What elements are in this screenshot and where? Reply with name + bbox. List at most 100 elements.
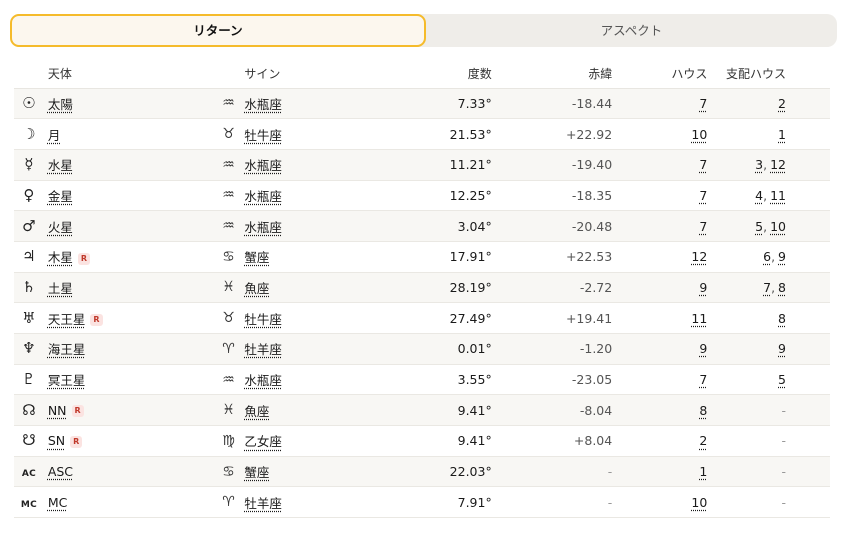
sign-link[interactable]: 牡牛座 [244, 128, 282, 143]
house-link[interactable]: 7 [699, 219, 707, 234]
ruled-house-link[interactable]: 9 [778, 249, 786, 264]
sign-link[interactable]: 水瓶座 [244, 158, 282, 173]
neptune-icon: ♆ [22, 339, 36, 358]
body-name-link[interactable]: ASC [48, 464, 73, 479]
body-name-link[interactable]: 冥王星 [48, 373, 86, 388]
ruled-house-link[interactable]: 1 [778, 127, 786, 142]
house-link[interactable]: 1 [699, 464, 707, 479]
house-link[interactable]: 10 [691, 495, 707, 510]
sign-icon-cell: ♈ [212, 333, 245, 365]
ruled-house-link[interactable]: 4 [755, 188, 763, 203]
table-row: AC ASC ♋ 蟹座 22.03° -1- [14, 456, 830, 488]
house-cell: 1 [612, 456, 708, 488]
empty-value: - [781, 402, 786, 418]
sign-icon-cell: ♒ [212, 88, 245, 120]
sign-cell: 乙女座 [244, 425, 378, 457]
body-name-link[interactable]: 海王星 [48, 342, 86, 357]
sign-link[interactable]: 乙女座 [244, 434, 282, 449]
body-name-link[interactable]: 土星 [48, 281, 73, 296]
sign-icon-cell: ♉ [212, 118, 245, 150]
body-name-link[interactable]: 金星 [48, 189, 73, 204]
ruled-house-link[interactable]: 6 [763, 249, 771, 264]
body-name-link[interactable]: 木星 [48, 250, 73, 265]
house-link[interactable]: 12 [691, 249, 707, 264]
body-name-link[interactable]: NN [48, 403, 67, 418]
sign-link[interactable]: 魚座 [244, 404, 269, 419]
house-link[interactable]: 7 [699, 96, 707, 111]
sign-link[interactable]: 水瓶座 [244, 220, 282, 235]
tab-return[interactable]: リターン [10, 14, 426, 47]
body-icon-cell: ♅ [14, 302, 48, 334]
header-body: 天体 [47, 59, 213, 89]
ruled-house-link[interactable]: 10 [770, 219, 786, 234]
retrograde-badge: R [77, 252, 90, 265]
degree-cell: 3.55° [377, 364, 492, 396]
degree-cell: 11.21° [377, 149, 492, 181]
ruled-house-link[interactable]: 8 [778, 280, 786, 295]
body-cell: 太陽 [47, 88, 213, 120]
body-cell: 木星 R [47, 241, 213, 273]
sign-icon-cell: ♉ [212, 302, 245, 334]
body-cell: MC [47, 486, 213, 519]
body-name-link[interactable]: MC [48, 495, 68, 510]
ruled-house-link[interactable]: 2 [778, 96, 786, 111]
body-name-link[interactable]: 月 [48, 128, 61, 143]
sign-link[interactable]: 蟹座 [244, 250, 269, 265]
table-row: ♃ 木星 R ♋ 蟹座 17.91° +22.53 12 6, 9 [14, 241, 830, 273]
house-link[interactable]: 7 [699, 188, 707, 203]
sign-link[interactable]: 魚座 [244, 281, 269, 296]
ruled-house-link[interactable]: 3 [755, 157, 763, 172]
house-cell: 7 [612, 364, 708, 396]
ruled-house-cell: - [707, 425, 830, 457]
body-name-link[interactable]: 太陽 [48, 97, 73, 112]
declination-cell: -19.40 [491, 149, 613, 181]
body-name-link[interactable]: 天王星 [48, 312, 86, 327]
cancer-icon: ♋ [222, 463, 235, 480]
table-row: ♆ 海王星 ♈ 牡羊座 0.01° -1.20 9 9 [14, 333, 830, 365]
ruled-house-link[interactable]: 9 [778, 341, 786, 356]
house-link[interactable]: 9 [699, 280, 707, 295]
empty-value: - [781, 433, 786, 449]
header-icon-spacer [14, 59, 48, 89]
house-link[interactable]: 11 [691, 311, 707, 326]
table-row: ☋ SN R ♍ 乙女座 9.41° +8.04 2 - [14, 425, 830, 457]
body-cell: 火星 [47, 210, 213, 242]
body-name-link[interactable]: SN [48, 433, 65, 448]
house-link[interactable]: 9 [699, 341, 707, 356]
body-name-link[interactable]: 火星 [48, 220, 73, 235]
ruled-house-link[interactable]: 5 [778, 372, 786, 387]
header-sign-icon-spacer [212, 59, 245, 89]
sign-link[interactable]: 牡羊座 [244, 342, 282, 357]
ruled-house-link[interactable]: 5 [755, 219, 763, 234]
mars-icon: ♂ [22, 216, 36, 235]
body-icon-cell: ♂ [14, 210, 48, 242]
ruled-house-link[interactable]: 12 [770, 157, 786, 172]
cancer-icon: ♋ [222, 248, 235, 265]
house-link[interactable]: 7 [699, 372, 707, 387]
sign-link[interactable]: 牡羊座 [244, 496, 282, 511]
declination-cell: +22.53 [491, 241, 613, 273]
house-cell: 11 [612, 302, 708, 334]
tab-aspect[interactable]: アスペクト [426, 14, 837, 47]
body-name-link[interactable]: 水星 [48, 158, 73, 173]
sign-link[interactable]: 水瓶座 [244, 373, 282, 388]
house-link[interactable]: 8 [699, 403, 707, 418]
table-row: ♂ 火星 ♒ 水瓶座 3.04° -20.48 7 5, 10 [14, 210, 830, 242]
house-cell: 8 [612, 394, 708, 427]
sign-link[interactable]: 蟹座 [244, 465, 269, 480]
sign-link[interactable]: 水瓶座 [244, 189, 282, 204]
table-row: MC MC ♈ 牡羊座 7.91° -10- [14, 486, 830, 519]
declination-cell: -2.72 [491, 272, 613, 304]
sign-link[interactable]: 牡牛座 [244, 312, 282, 327]
house-link[interactable]: 10 [691, 127, 707, 142]
house-link[interactable]: 7 [699, 157, 707, 172]
house-link[interactable]: 2 [699, 433, 707, 448]
house-cell: 7 [612, 149, 708, 181]
ruled-house-link[interactable]: 8 [778, 311, 786, 326]
sign-link[interactable]: 水瓶座 [244, 97, 282, 112]
sign-icon-cell: ♒ [212, 149, 245, 181]
ruled-house-link[interactable]: 7 [763, 280, 771, 295]
header-ruled-house: 支配ハウス [707, 59, 830, 89]
declination-cell: -18.44 [491, 88, 613, 120]
ruled-house-link[interactable]: 11 [770, 188, 786, 203]
